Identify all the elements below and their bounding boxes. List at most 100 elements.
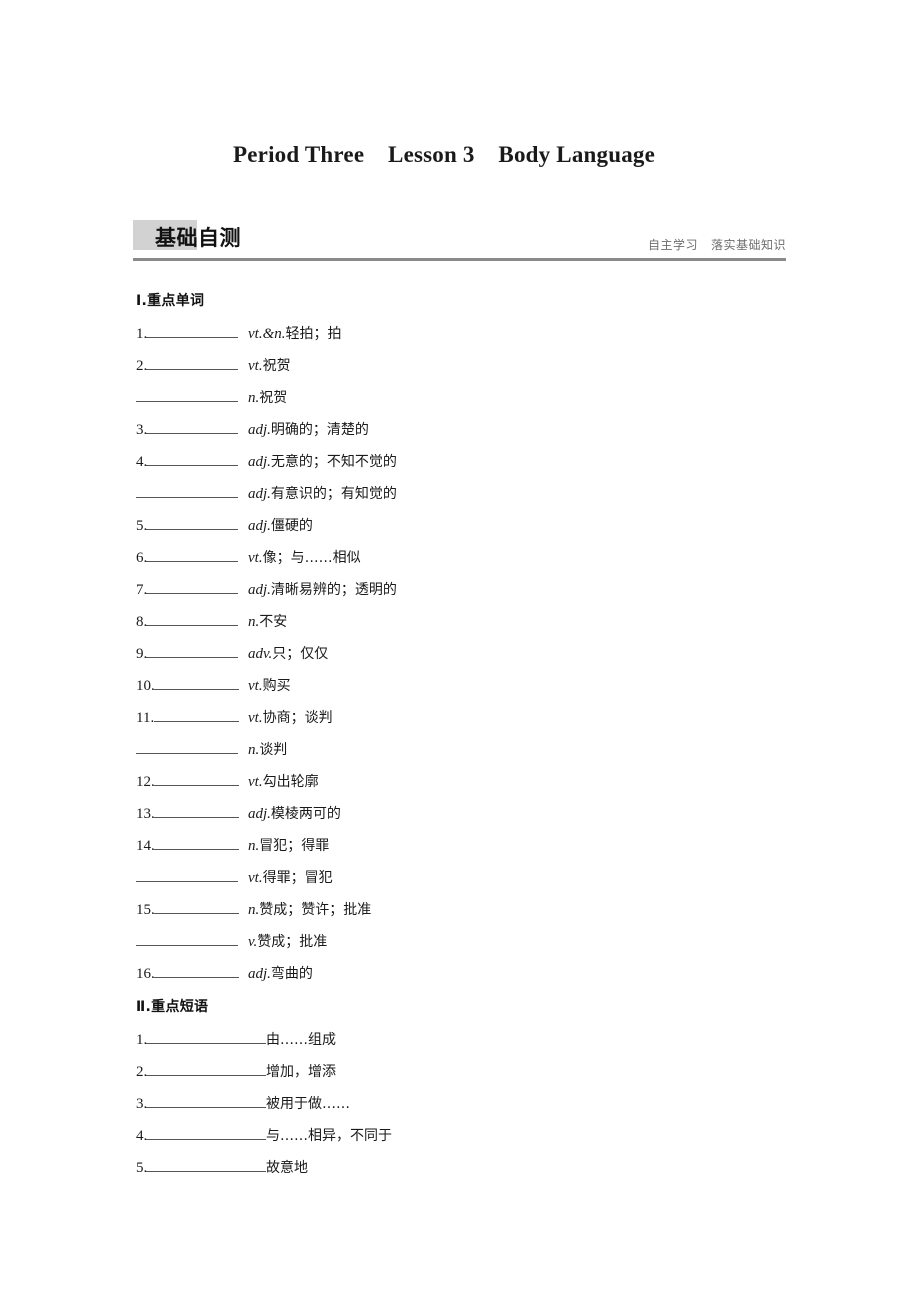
entry-lead: 12.	[136, 766, 248, 798]
answer-blank[interactable]	[146, 579, 238, 594]
entry-definition: 谈判	[259, 742, 288, 758]
answer-blank[interactable]	[154, 963, 239, 978]
entry-row: 5. adj.僵硬的	[136, 510, 796, 542]
part-of-speech: v.	[248, 934, 258, 950]
entry-lead: 13.	[136, 798, 248, 830]
answer-blank[interactable]	[154, 835, 239, 850]
entry-row: 6. vt.像；与……相似	[136, 542, 796, 574]
answer-blank[interactable]	[146, 355, 238, 370]
answer-blank[interactable]	[136, 483, 238, 498]
entry-number: 10.	[136, 678, 155, 694]
part-of-speech: adj.	[248, 582, 271, 598]
entry-number: 3.	[136, 1096, 148, 1112]
entry-number: 4.	[136, 454, 148, 470]
entry-lead: 1.	[136, 1024, 266, 1056]
entry-definition: 只；仅仅	[272, 646, 329, 662]
entry-row: 11. vt.协商；谈判	[136, 702, 796, 734]
answer-blank[interactable]	[154, 803, 239, 818]
entry-continuation-row: n.谈判	[136, 734, 796, 766]
entry-lead: 5.	[136, 510, 248, 542]
part-of-speech: vt.	[248, 870, 263, 886]
answer-blank[interactable]	[146, 451, 238, 466]
entry-row: 4. 与……相异，不同于	[136, 1120, 796, 1152]
entry-definition: 无意的；不知不觉的	[270, 454, 397, 470]
entry-definition: 与……相异，不同于	[266, 1128, 392, 1144]
answer-blank[interactable]	[136, 867, 238, 882]
part-of-speech: adv.	[248, 646, 273, 662]
entry-number: 15.	[136, 902, 155, 918]
banner-subtitle: 自主学习 落实基础知识	[648, 238, 786, 252]
entry-definition: 得罪；冒犯	[262, 870, 333, 886]
entry-row: 12. vt.勾出轮廓	[136, 766, 796, 798]
answer-blank[interactable]	[146, 515, 238, 530]
answer-blank[interactable]	[146, 1093, 266, 1108]
part-of-speech: adj.	[248, 422, 271, 438]
section-heading: Ⅰ.重点单词	[136, 293, 205, 309]
answer-blank[interactable]	[154, 771, 239, 786]
answer-blank[interactable]	[146, 1029, 266, 1044]
answer-blank[interactable]	[136, 931, 238, 946]
answer-blank[interactable]	[154, 899, 239, 914]
part-of-speech: adj.	[248, 966, 271, 982]
entry-definition: 像；与……相似	[262, 550, 361, 566]
entry-lead: 3.	[136, 414, 248, 446]
part-of-speech: n.	[248, 390, 260, 406]
entry-lead: 4.	[136, 446, 248, 478]
answer-blank[interactable]	[146, 643, 238, 658]
entry-number: 5.	[136, 1160, 148, 1176]
entry-lead: 7.	[136, 574, 248, 606]
entry-number: 7.	[136, 582, 148, 598]
worksheet-page: Period Three Lesson 3 Body Language 基础自测…	[0, 0, 920, 1302]
entry-row: 9. adv.只；仅仅	[136, 638, 796, 670]
entry-number: 1.	[136, 1032, 148, 1048]
entry-lead: 15.	[136, 894, 248, 926]
answer-blank[interactable]	[146, 1157, 266, 1172]
part-of-speech: vt.	[248, 678, 263, 694]
part-of-speech: adj.	[248, 518, 271, 534]
entry-number: 8.	[136, 614, 148, 630]
entry-lead: 5.	[136, 1152, 266, 1184]
section-key-phrases: Ⅱ.重点短语 1. 由……组成 2. 增加，增添 3. 被用于做…… 4. 与……相异，不同于 5…	[136, 996, 796, 1184]
entry-definition: 赞成；赞许；批准	[259, 902, 372, 918]
entry-continuation-row: vt.得罪；冒犯	[136, 862, 796, 894]
entry-definition: 赞成；批准	[257, 934, 328, 950]
entry-definition: 协商；谈判	[262, 710, 333, 726]
answer-blank[interactable]	[146, 611, 238, 626]
answer-blank[interactable]	[136, 739, 238, 754]
entry-number: 13.	[136, 806, 155, 822]
entry-definition: 故意地	[266, 1160, 308, 1176]
answer-blank[interactable]	[146, 1061, 266, 1076]
part-of-speech: vt.	[248, 710, 263, 726]
part-of-speech: n.	[248, 614, 260, 630]
entry-definition: 模棱两可的	[270, 806, 341, 822]
answer-blank[interactable]	[154, 707, 239, 722]
worksheet-content: Ⅰ.重点单词 1. vt.&n.轻拍；拍 2. vt.祝贺 n.祝贺 3. adj.明确的；清…	[136, 290, 796, 1184]
banner-heading: 基础自测	[155, 226, 241, 250]
entry-number: 2.	[136, 358, 148, 374]
entry-definition: 有意识的；有知觉的	[270, 486, 397, 502]
answer-blank[interactable]	[146, 419, 238, 434]
entry-lead: 4.	[136, 1120, 266, 1152]
entry-definition: 不安	[259, 614, 288, 630]
part-of-speech: adj.	[248, 486, 271, 502]
entry-number: 5.	[136, 518, 148, 534]
entry-number: 2.	[136, 1064, 148, 1080]
answer-blank[interactable]	[146, 323, 238, 338]
entry-definition: 祝贺	[262, 358, 291, 374]
entry-row: 2. vt.祝贺	[136, 350, 796, 382]
answer-blank[interactable]	[146, 1125, 266, 1140]
answer-blank[interactable]	[146, 547, 238, 562]
entry-row: 4. adj.无意的；不知不觉的	[136, 446, 796, 478]
answer-blank[interactable]	[136, 387, 238, 402]
entry-continuation-row: v.赞成；批准	[136, 926, 796, 958]
entry-definition: 清晰易辨的；透明的	[270, 582, 397, 598]
part-of-speech: adj.	[248, 806, 271, 822]
entry-lead: 16.	[136, 958, 248, 990]
answer-blank[interactable]	[154, 675, 239, 690]
entry-number: 14.	[136, 838, 155, 854]
entry-row: 2. 增加，增添	[136, 1056, 796, 1088]
entry-lead: 9.	[136, 638, 248, 670]
section-key-words: Ⅰ.重点单词 1. vt.&n.轻拍；拍 2. vt.祝贺 n.祝贺 3. adj.明确的；清…	[136, 290, 796, 990]
entry-row: 5. 故意地	[136, 1152, 796, 1184]
entry-row: 3. adj.明确的；清楚的	[136, 414, 796, 446]
